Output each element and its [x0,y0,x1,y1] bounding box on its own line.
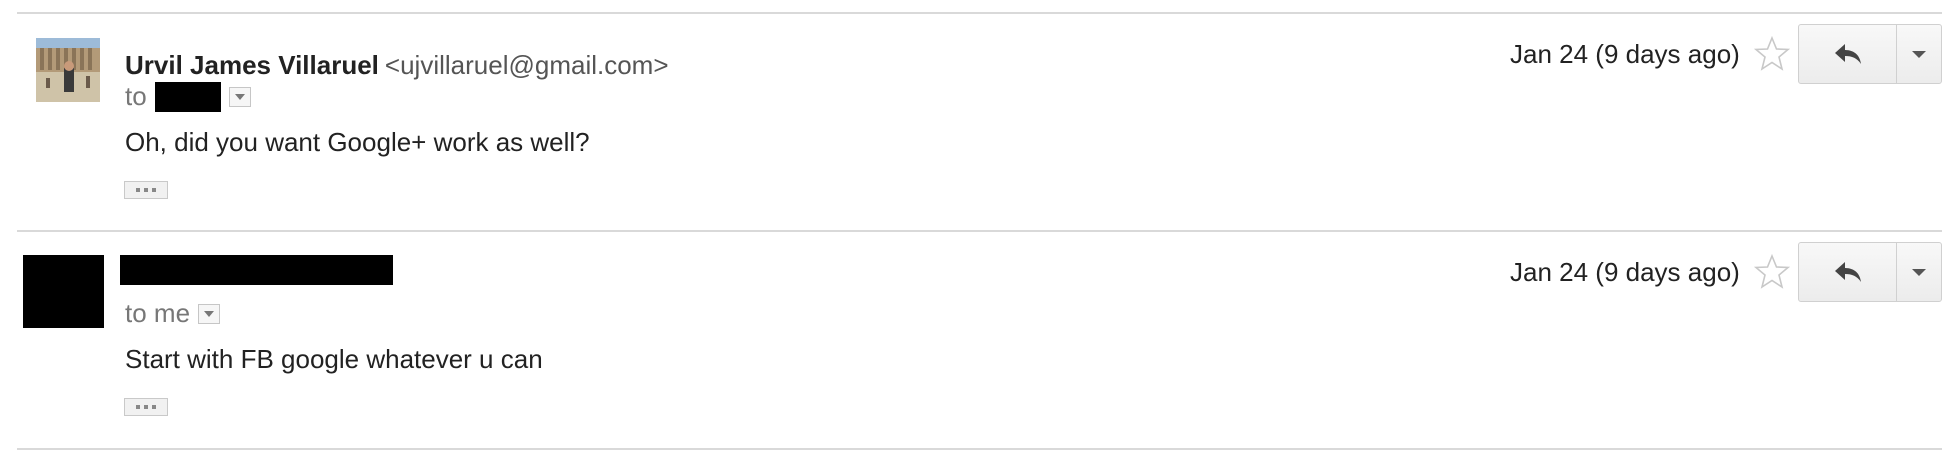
to-label: to [125,81,147,111]
chevron-down-icon [1912,268,1926,276]
show-trimmed-content-button[interactable] [124,398,168,416]
divider [17,448,1942,450]
sender-email: <ujvillaruel@gmail.com> [384,50,669,80]
show-details-button[interactable] [228,86,251,107]
more-options-button[interactable] [1897,243,1941,301]
ellipsis-dot [144,405,148,409]
star-icon[interactable] [1752,252,1792,292]
show-details-button[interactable] [198,303,221,324]
ellipsis-icon [136,188,140,192]
sender-avatar[interactable] [36,38,100,102]
redacted-recipient [154,81,221,112]
message-2[interactable]: to me Start with FB google whatever u ca… [0,230,1954,448]
email-thread: Urvil James Villaruel <ujvillaruel@gmail.… [0,0,1954,460]
more-options-button[interactable] [1897,25,1941,83]
redacted-sender-name[interactable] [120,255,393,285]
chevron-down-icon [1912,50,1926,58]
star-icon[interactable] [1752,34,1792,74]
message-body: Oh, did you want Google+ work as well? [125,127,590,157]
reply-button[interactable] [1799,243,1897,301]
reply-arrow-icon [1834,262,1861,282]
to-label: to me [125,298,191,328]
recipient-line: to [125,81,251,112]
reply-button-group [1798,242,1942,302]
ellipsis-dot [152,188,156,192]
show-trimmed-content-button[interactable] [124,181,168,199]
ellipsis-dot [152,405,156,409]
sender-avatar[interactable] [23,255,104,328]
sender-name[interactable]: Urvil James Villaruel [125,50,379,80]
details-dropdown-icon [204,310,215,317]
message-date: Jan 24 (9 days ago) [1510,39,1740,69]
ellipsis-dot [144,188,148,192]
recipient-line: to me [125,298,221,329]
reply-button[interactable] [1799,25,1897,83]
message-date: Jan 24 (9 days ago) [1510,257,1740,287]
details-dropdown-icon [234,93,245,100]
ellipsis-icon [136,405,140,409]
sender [120,255,393,292]
message-body: Start with FB google whatever u can [125,344,543,374]
message-1[interactable]: Urvil James Villaruel <ujvillaruel@gmail.… [0,12,1954,230]
reply-arrow-icon [1834,44,1861,64]
sender: Urvil James Villaruel <ujvillaruel@gmail.… [125,50,669,81]
reply-button-group [1798,24,1942,84]
